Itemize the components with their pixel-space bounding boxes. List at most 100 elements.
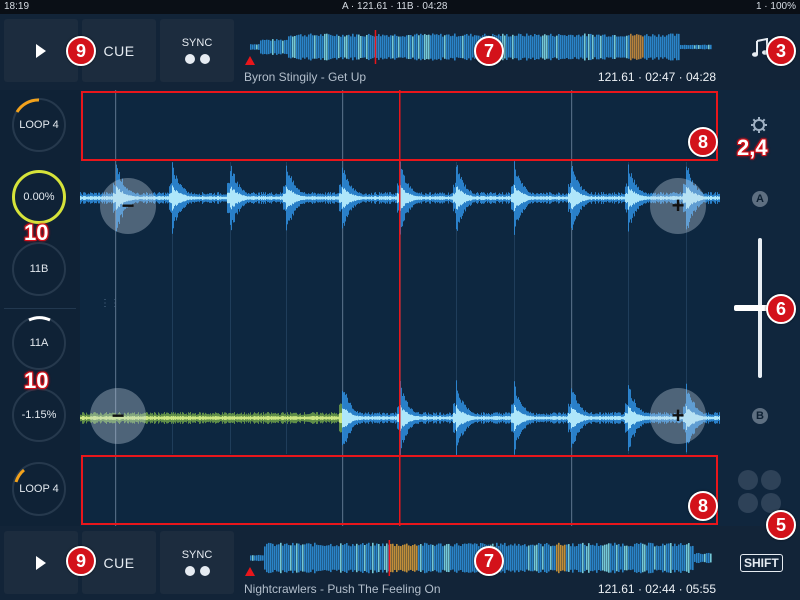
wave-core	[230, 188, 231, 208]
cue-label: CUE	[103, 554, 135, 571]
wave-core	[256, 196, 257, 200]
wave-core	[247, 196, 248, 200]
wave-core	[418, 196, 419, 200]
wave-core	[242, 195, 243, 201]
wave-core	[168, 416, 169, 420]
overview-bar	[436, 34, 438, 60]
shift-button[interactable]: SHIFT	[740, 554, 783, 572]
overview-bar	[672, 546, 674, 570]
overview-bar	[442, 546, 444, 570]
wave-core	[534, 196, 535, 200]
wave-core	[551, 196, 552, 200]
wave-core	[622, 416, 623, 420]
wave-core	[327, 196, 328, 200]
overview-bar	[594, 36, 596, 58]
wave-core	[317, 196, 318, 200]
wave-core	[268, 415, 269, 421]
overview-bar	[698, 552, 700, 564]
wave-core	[323, 416, 324, 420]
overview-bar	[604, 34, 606, 60]
wave-core	[343, 189, 344, 207]
wave-core	[156, 416, 157, 420]
overview-bar	[570, 546, 572, 570]
wave-core	[303, 416, 304, 420]
overview-bar	[510, 544, 512, 572]
deck-b-track-title: Nightcrawlers - Push The Feeling On	[244, 582, 441, 596]
overview-bar	[258, 554, 260, 562]
wave-core	[232, 190, 233, 206]
overview-bar	[576, 545, 578, 571]
deck-a-sync-button[interactable]: SYNC	[160, 19, 234, 82]
wave-core	[522, 192, 523, 204]
wave-core	[711, 416, 712, 420]
waveform-area[interactable]: ⋮⋮ − + − +	[80, 90, 720, 526]
overview-bar	[438, 35, 440, 59]
wave-core	[589, 416, 590, 420]
wave-core	[515, 188, 516, 208]
wave-core	[601, 416, 602, 420]
wave-core	[363, 416, 364, 420]
wave-core	[537, 416, 538, 420]
wave-core	[618, 416, 619, 420]
wave-core	[314, 196, 315, 200]
overview-bar	[286, 39, 288, 55]
performance-pads-icon[interactable]	[738, 470, 782, 514]
wave-core	[178, 416, 179, 420]
deck-b-sync-button[interactable]: SYNC	[160, 531, 234, 594]
gear-icon[interactable]	[750, 116, 768, 134]
deck-b-tempo-knob[interactable]: -1.15%	[12, 388, 66, 442]
deck-a-pitch-minus-button[interactable]: −	[100, 178, 156, 234]
wave-core	[482, 196, 483, 200]
overview-bar	[636, 543, 638, 573]
deck-b-loop-knob[interactable]: LOOP 4	[12, 462, 66, 516]
deck-b-key-knob[interactable]: 11A	[12, 316, 66, 370]
deck-a-loop-knob[interactable]: LOOP 4	[12, 98, 66, 152]
wave-core	[620, 196, 621, 200]
overview-bar	[410, 546, 412, 570]
wave-core	[86, 196, 87, 200]
overview-bar	[658, 546, 660, 570]
wave-core	[164, 196, 165, 200]
wave-core	[613, 416, 614, 420]
wave-core	[570, 413, 571, 423]
wave-core	[342, 408, 343, 428]
wave-core	[389, 416, 390, 420]
wave-core	[718, 416, 719, 420]
wave-core	[318, 196, 319, 200]
deck-a-tempo-knob[interactable]: 0.00%	[12, 170, 66, 224]
wave-core	[580, 414, 581, 422]
drag-handle-icon[interactable]: ⋮⋮	[100, 299, 120, 316]
wave-core	[372, 196, 373, 200]
deck-a-key-knob[interactable]: 11B	[12, 242, 66, 296]
wave-core	[309, 416, 310, 420]
overview-bar	[608, 543, 610, 573]
deck-b-pitch-plus-button[interactable]: +	[650, 388, 706, 444]
wave-core	[330, 195, 331, 201]
overview-bar	[604, 544, 606, 572]
wave-core	[182, 194, 183, 202]
wave-core	[628, 186, 629, 210]
overview-bar	[592, 34, 594, 60]
overview-bar	[536, 35, 538, 59]
wave-core	[186, 416, 187, 420]
wave-core	[371, 416, 372, 420]
wave-core	[218, 195, 219, 201]
wave-core	[418, 415, 419, 421]
deck-b-pitch-minus-button[interactable]: −	[90, 388, 146, 444]
wave-core	[451, 196, 452, 200]
overview-bar	[470, 543, 472, 573]
overview-bar	[260, 40, 262, 54]
deck-a-pitch-plus-button[interactable]: +	[650, 178, 706, 234]
wave-core	[385, 416, 386, 420]
wave-core	[526, 415, 527, 421]
overview-bar	[308, 34, 310, 60]
wave-core	[442, 416, 443, 420]
wave-core	[464, 193, 465, 203]
wave-core	[163, 416, 164, 420]
wave-core	[276, 416, 277, 420]
overview-bar	[686, 44, 688, 50]
wave-core	[379, 195, 380, 201]
overview-bar	[468, 543, 470, 573]
wave-core	[226, 416, 227, 420]
wave-core	[340, 193, 341, 203]
